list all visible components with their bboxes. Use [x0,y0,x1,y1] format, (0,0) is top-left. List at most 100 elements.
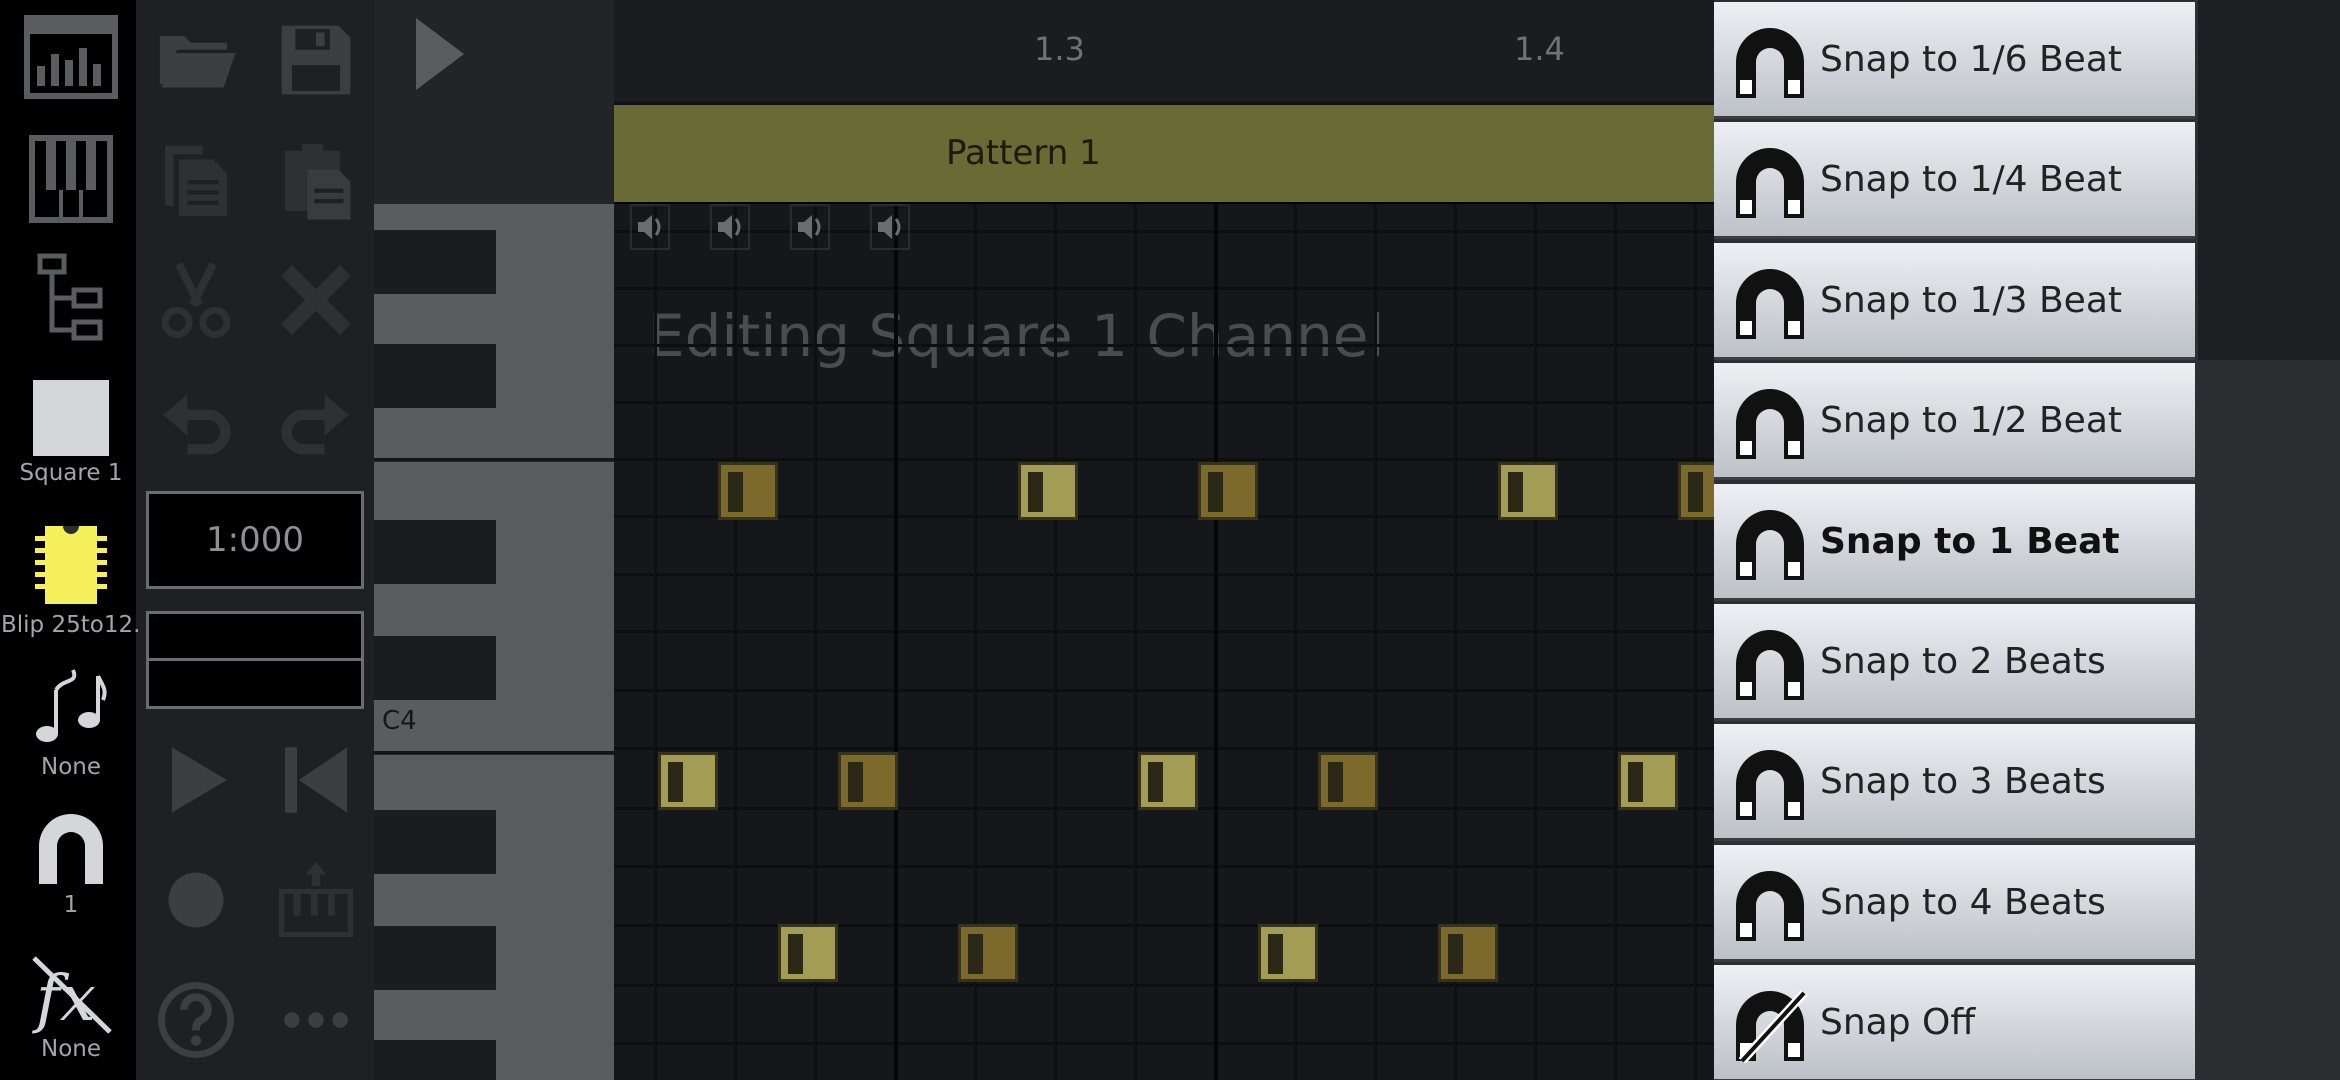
snap-menu-item[interactable]: Snap to 2 Beats [1714,604,2195,721]
magnet-off-icon [1736,990,1808,1064]
snap-menu-item-label: Snap to 1/3 Beat [1820,279,2123,321]
piano-key[interactable] [374,755,614,1080]
grid-row-line [614,1042,1714,1045]
copy-button[interactable] [146,130,246,230]
grid-row-line [614,401,1714,404]
snap-menu-item-label: Snap to 1 Beat [1820,520,2120,562]
redo-button[interactable] [266,370,366,470]
help-question-icon [158,982,234,1058]
effect-selector[interactable]: fx None [0,950,142,1062]
magnet-icon [1736,28,1804,98]
play-button[interactable] [146,730,246,830]
note-block[interactable] [1498,462,1558,520]
speaker-icon[interactable] [710,204,750,250]
note-block[interactable] [778,924,838,982]
snap-menu-item[interactable]: Snap to 1/2 Beat [1714,363,2195,481]
note-block[interactable] [1258,924,1318,982]
grid-row-line [614,630,1714,633]
speaker-icon[interactable] [870,204,910,250]
pattern-bar[interactable]: Pattern 1 [614,102,1714,202]
note-grid[interactable]: Editing Square 1 Channel [614,204,1714,1080]
magnet-icon [1736,630,1804,700]
piano-roll-view-button[interactable] [0,134,142,224]
bar-label-1-3: 1.3 [1034,30,1085,68]
play-icon [171,747,227,813]
note-block[interactable] [1018,462,1078,520]
timeline-ruler[interactable]: 1.3 1.4 [614,0,1714,102]
piano-black-key[interactable] [374,230,496,294]
note-block[interactable] [838,752,898,810]
snap-menu-item-label: Snap to 1/4 Beat [1820,159,2123,201]
piano-black-key[interactable] [374,520,496,584]
scissors-icon [161,262,231,338]
record-button[interactable] [146,850,246,950]
speaker-icon[interactable] [630,204,670,250]
piano-black-key[interactable] [374,636,496,700]
snap-menu-item[interactable]: Snap to 1/3 Beat [1714,242,2195,360]
grid-row-line [614,344,1714,347]
snap-menu-item[interactable]: Snap to 3 Beats [1714,724,2195,842]
grid-row-line [614,287,1714,290]
magnet-icon [1736,268,1804,339]
floppy-disk-icon [281,25,351,95]
note-block[interactable] [718,462,778,520]
snap-menu-item[interactable]: Snap to 4 Beats [1714,844,2195,962]
piano-black-key[interactable] [374,926,496,990]
paste-button[interactable] [266,130,366,230]
tree-hierarchy-icon [37,253,103,341]
more-button[interactable] [266,970,366,1070]
copy-icon [165,145,227,217]
play-pattern-icon[interactable] [410,14,470,94]
piano-black-key[interactable] [374,344,496,408]
note-block[interactable] [1138,752,1198,810]
cut-button[interactable] [146,250,246,350]
instrument-selector[interactable]: Blip 25to12... [0,522,142,638]
help-button[interactable] [146,970,246,1070]
grid-beat-line [894,204,898,1080]
note-block[interactable] [1618,752,1678,810]
effect-fx-icon: fx [32,956,112,1036]
skip-back-icon [285,747,347,813]
snap-menu-item-label: Snap Off [1820,1002,1976,1044]
snap-selector[interactable]: 1 [0,808,142,918]
sequencer-icon [24,15,118,99]
magnet-icon [1736,148,1804,219]
save-button[interactable] [266,10,366,110]
svg-text:fx: fx [32,962,96,1036]
delete-button[interactable] [266,250,366,350]
magnet-icon [1736,509,1804,580]
open-file-button[interactable] [146,10,246,110]
note-block[interactable] [958,924,1018,982]
project-explorer-button[interactable] [0,252,142,344]
c4-key-label: C4 [382,706,417,736]
snap-menu-item[interactable]: Snap to 1/6 Beat [1714,2,2195,119]
note-block[interactable] [1318,752,1378,810]
channel-name-label: Square 1 [19,460,123,486]
effect-label: None [40,1036,101,1062]
undo-button[interactable] [146,370,246,470]
instrument-name-label: Blip 25to12... [1,612,141,638]
piano-keyboard[interactable]: C4 [374,204,614,1080]
channel-selector[interactable]: Square 1 [0,380,142,486]
note-block[interactable] [1438,924,1498,982]
square-wave-icon [33,380,109,456]
close-x-icon [281,265,351,335]
note-block[interactable] [1198,462,1258,520]
export-midi-button[interactable] [266,850,366,950]
snap-menu-item[interactable]: Snap Off [1714,965,2195,1080]
piano-black-key[interactable] [374,810,496,874]
arpeggio-selector[interactable]: None [0,664,142,780]
skip-to-start-button[interactable] [266,730,366,830]
pattern-name: Pattern 1 [946,133,1101,173]
sequencer-view-button[interactable] [0,14,142,100]
bar-label-1-4: 1.4 [1514,30,1565,68]
piano-black-key[interactable] [374,1040,496,1080]
note-block[interactable] [1678,462,1714,520]
snap-menu-item[interactable]: Snap to 1 Beat [1714,483,2195,601]
speaker-icon[interactable] [790,204,830,250]
grid-beat-line [654,204,657,1080]
snap-menu-item[interactable]: Snap to 1/4 Beat [1714,122,2195,240]
magnet-icon [39,814,103,884]
piano-icon [29,135,113,223]
note-block[interactable] [658,752,718,810]
